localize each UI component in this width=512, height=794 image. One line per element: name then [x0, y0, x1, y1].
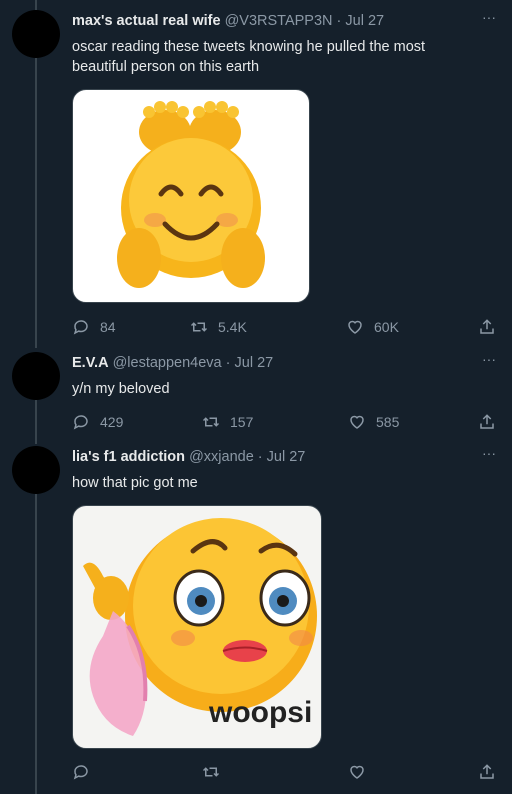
heart-icon	[350, 415, 364, 429]
retweet-count: 5.4K	[218, 319, 247, 335]
tweet[interactable]: max's actual real wife @V3RSTAPP3N · Jul…	[0, 0, 512, 346]
display-name[interactable]: E.V.A	[72, 355, 109, 371]
reply-count: 84	[100, 319, 116, 335]
reply-button[interactable]: 429	[72, 412, 123, 432]
reply-button[interactable]	[72, 762, 100, 782]
timestamp[interactable]: Jul 27	[345, 13, 384, 29]
share-icon	[480, 414, 494, 429]
retweet-button[interactable]: 157	[202, 412, 253, 432]
share-icon	[480, 319, 494, 334]
like-button[interactable]: 585	[348, 412, 399, 432]
tweet-header: E.V.A @lestappen4eva · Jul 27	[72, 354, 273, 372]
share-button[interactable]	[478, 317, 506, 337]
tweet-media[interactable]: woopsi	[72, 505, 322, 749]
reply-count: 429	[100, 414, 124, 430]
retweet-button[interactable]	[202, 762, 230, 782]
reply-icon	[73, 415, 88, 430]
display-name[interactable]: lia's f1 addiction	[72, 449, 185, 465]
tweet-header: max's actual real wife @V3RSTAPP3N · Jul…	[72, 12, 384, 30]
timestamp[interactable]: Jul 27	[235, 355, 274, 371]
more-horizontal-icon[interactable]: ···	[480, 352, 498, 372]
reply-icon	[73, 765, 88, 780]
retweet-icon	[190, 322, 208, 332]
reply-icon	[73, 320, 88, 335]
share-button[interactable]	[478, 762, 506, 782]
tweet-actions: 84 5.4K 60K	[72, 317, 502, 337]
timestamp[interactable]: Jul 27	[267, 449, 306, 465]
like-count: 585	[376, 414, 400, 430]
retweet-icon	[202, 767, 220, 777]
like-count: 60K	[374, 319, 399, 335]
share-icon	[480, 764, 494, 779]
tweet-actions	[72, 762, 502, 782]
reply-button[interactable]: 84	[72, 317, 116, 337]
heart-icon	[348, 320, 362, 334]
more-horizontal-icon[interactable]: ···	[480, 446, 498, 466]
separator: ·	[257, 449, 263, 465]
timeline-feed: max's actual real wife @V3RSTAPP3N · Jul…	[0, 0, 512, 794]
more-horizontal-icon[interactable]: ···	[480, 10, 498, 30]
media-caption: woopsi	[209, 696, 313, 729]
tweet-actions: 429 157 585	[72, 412, 502, 432]
tweet-text: oscar reading these tweets knowing he pu…	[72, 39, 426, 75]
like-button[interactable]	[348, 762, 376, 782]
display-name[interactable]: max's actual real wife	[72, 13, 221, 29]
tweet-header: lia's f1 addiction @xxjande · Jul 27	[72, 448, 305, 466]
avatar[interactable]	[12, 446, 60, 494]
tweet-media[interactable]	[72, 89, 310, 303]
tweet-text: how that pic got me	[72, 475, 198, 491]
tweet[interactable]: E.V.A @lestappen4eva · Jul 27 ··· y/n my…	[0, 348, 512, 440]
like-button[interactable]: 60K	[346, 317, 399, 337]
separator: ·	[336, 13, 342, 29]
tweet[interactable]: lia's f1 addiction @xxjande · Jul 27 ···…	[0, 442, 512, 794]
handle[interactable]: @V3RSTAPP3N	[225, 13, 333, 29]
share-button[interactable]	[478, 412, 506, 432]
handle[interactable]: @xxjande	[189, 449, 254, 465]
tweet-text: y/n my beloved	[72, 381, 170, 397]
avatar[interactable]	[12, 10, 60, 58]
heart-icon	[350, 765, 364, 779]
handle[interactable]: @lestappen4eva	[113, 355, 222, 371]
smiling-emoji-holding-feet-image	[117, 101, 265, 288]
avatar[interactable]	[12, 352, 60, 400]
retweet-count: 157	[230, 414, 254, 430]
retweet-icon	[202, 417, 220, 427]
retweet-button[interactable]: 5.4K	[190, 317, 247, 337]
separator: ·	[225, 355, 231, 371]
